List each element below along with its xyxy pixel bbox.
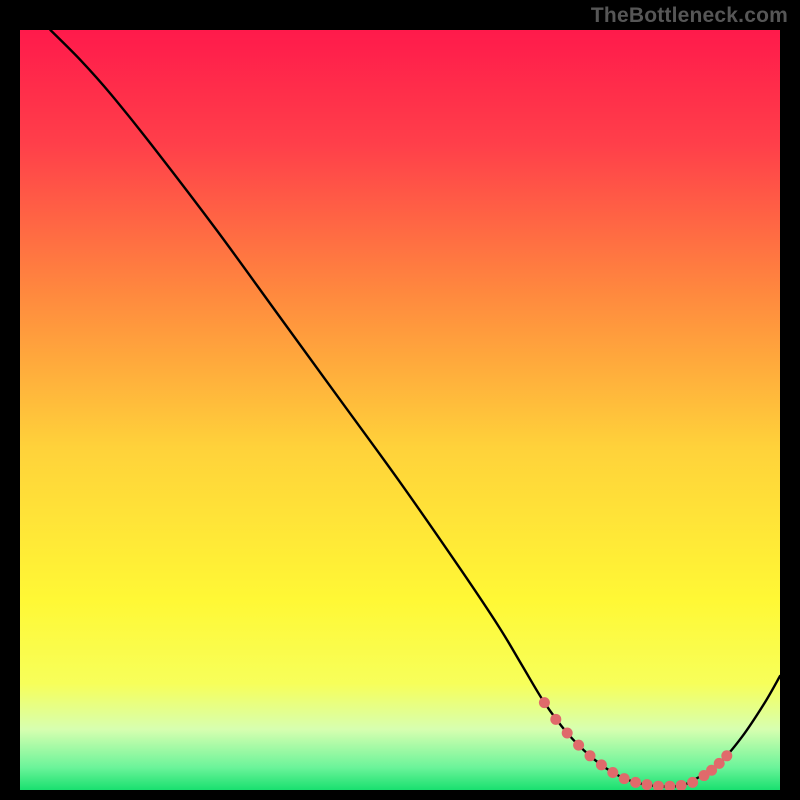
marker-dot bbox=[642, 779, 653, 790]
marker-dot bbox=[573, 740, 584, 751]
marker-dot bbox=[562, 728, 573, 739]
gradient-background bbox=[20, 30, 780, 790]
chart-frame bbox=[20, 30, 780, 790]
marker-dot bbox=[619, 773, 630, 784]
watermark-text: TheBottleneck.com bbox=[591, 4, 788, 28]
marker-dot bbox=[721, 750, 732, 761]
marker-dot bbox=[585, 750, 596, 761]
marker-dot bbox=[596, 759, 607, 770]
marker-dot bbox=[687, 777, 698, 788]
bottleneck-curve-chart bbox=[20, 30, 780, 790]
marker-dot bbox=[539, 697, 550, 708]
marker-dot bbox=[607, 767, 618, 778]
marker-dot bbox=[550, 714, 561, 725]
marker-dot bbox=[630, 777, 641, 788]
